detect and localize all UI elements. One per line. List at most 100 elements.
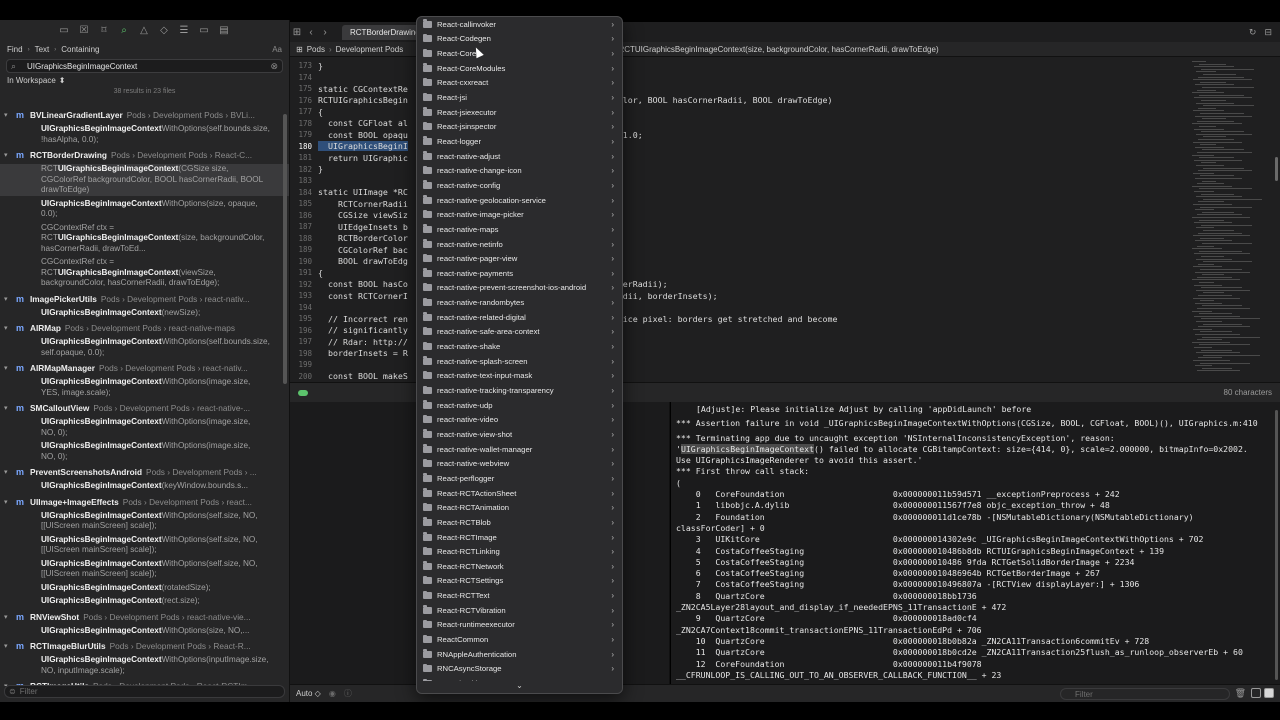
editor-scrollbar[interactable] [1275, 157, 1278, 181]
menu-item[interactable]: react-native-netinfo › [417, 237, 622, 252]
console-filter-input[interactable]: Filter [1060, 688, 1230, 700]
menu-item[interactable]: React-runtimeexecutor › [417, 618, 622, 633]
menu-item[interactable]: react-native-webview › [417, 457, 622, 472]
result-match[interactable]: UIGraphicsBeginImageContextWithOptions(s… [0, 199, 289, 220]
result-match[interactable]: UIGraphicsBeginImageContext(rect.size); [0, 596, 289, 607]
result-file[interactable]: ▾ m AIRMapManager Pods › Development Pods ›… [0, 361, 289, 375]
result-file[interactable]: ▾ m AIRMap Pods › Development Pods › react-… [0, 321, 289, 335]
menu-item[interactable]: react-native-payments › [417, 266, 622, 281]
disclosure-triangle-icon[interactable]: ▾ [4, 468, 12, 476]
line-number[interactable]: 181 [290, 153, 318, 162]
code-text[interactable]: const CGFloat al [318, 118, 408, 128]
line-number[interactable]: 191 [290, 268, 318, 277]
menu-item[interactable]: react-native-change-icon › [417, 164, 622, 179]
menu-item[interactable]: React-RCTAnimation › [417, 500, 622, 515]
result-file[interactable]: ▾ m RNViewShot Pods › Development Pods › re… [0, 610, 289, 624]
refresh-icon[interactable]: ↻ [1249, 27, 1257, 38]
result-file[interactable]: ▾ m BVLinearGradientLayer Pods › Developmen… [0, 108, 289, 122]
result-match[interactable]: UIGraphicsBeginImageContextWithOptions(s… [0, 626, 289, 637]
menu-item[interactable]: React-RCTImage › [417, 530, 622, 545]
code-text[interactable]: } [318, 164, 323, 174]
menu-item[interactable]: React-cxxreact › [417, 76, 622, 91]
menu-item[interactable]: React-RCTBlob › [417, 515, 622, 530]
result-match[interactable]: CGContextRef ctx = RCTUIGraphicsBeginIma… [0, 223, 289, 255]
disclosure-triangle-icon[interactable]: ▾ [4, 364, 12, 372]
test-icon[interactable]: ◇ [158, 25, 170, 37]
result-match[interactable]: UIGraphicsBeginImageContextWithOptions(s… [0, 559, 289, 580]
clear-search-icon[interactable]: ⊗ [270, 61, 278, 72]
breakpoints-toggle-icon[interactable] [298, 389, 308, 396]
line-number[interactable]: 190 [290, 257, 318, 266]
menu-item[interactable]: react-native-maps › [417, 222, 622, 237]
breadcrumb-item-pods[interactable]: Pods [307, 45, 325, 54]
result-file[interactable]: ▾ m UIImage+ImageEffects Pods › Development… [0, 495, 289, 509]
debug-icon[interactable]: ☰ [178, 25, 190, 37]
result-match[interactable]: UIGraphicsBeginImageContext(newSize); [0, 308, 289, 319]
menu-item[interactable]: react-native-prevent-screenshot-ios-andr… [417, 281, 622, 296]
code-text[interactable]: { [318, 268, 323, 278]
line-number[interactable]: 182 [290, 165, 318, 174]
code-text[interactable]: { [318, 107, 323, 117]
find-match-mode[interactable]: Containing [61, 45, 99, 54]
menu-item[interactable]: React-logger › [417, 134, 622, 149]
code-text[interactable]: BOOL drawToEdg [318, 256, 408, 266]
menu-item[interactable]: ReactCommon › [417, 632, 622, 647]
menu-item[interactable]: RNAppleAuthentication › [417, 647, 622, 662]
result-file[interactable]: ▾ m SMCalloutView Pods › Development Pods ›… [0, 401, 289, 415]
menu-item[interactable]: react-native-video › [417, 413, 622, 428]
menu-item[interactable]: react-native-image-picker › [417, 207, 622, 222]
disclosure-triangle-icon[interactable]: ▾ [4, 324, 12, 332]
menu-item[interactable]: react-native-text-input-mask › [417, 369, 622, 384]
result-file[interactable]: ▾ m RCTImageBlurUtils Pods › Development Po… [0, 639, 289, 653]
minimap[interactable] [1190, 57, 1266, 382]
code-text[interactable]: // Rdar: http:// [318, 337, 408, 347]
code-text[interactable]: CGColorRef bac [318, 245, 408, 255]
navigator-scrollbar[interactable] [283, 114, 287, 384]
menu-item[interactable]: React-callinvoker › [417, 17, 622, 32]
menu-item[interactable]: react-native-tracking-transparency › [417, 383, 622, 398]
code-text[interactable]: const BOOL makeS [318, 371, 408, 381]
menu-item[interactable]: react-native-adjust › [417, 149, 622, 164]
line-number[interactable]: 192 [290, 280, 318, 289]
menu-item[interactable]: React-RCTSettings › [417, 574, 622, 589]
console-scrollbar[interactable] [1275, 410, 1278, 680]
trash-icon[interactable]: 🗑 [1235, 688, 1246, 699]
result-match[interactable]: CGContextRef ctx = RCTUIGraphicsBeginIma… [0, 257, 289, 289]
disclosure-triangle-icon[interactable]: ▾ [4, 498, 12, 506]
line-number[interactable]: 193 [290, 291, 318, 300]
result-match[interactable]: UIGraphicsBeginImageContext(keyWindow.bo… [0, 481, 289, 492]
code-text[interactable]: RCTBorderColor [318, 233, 408, 243]
grid-icon[interactable]: ⊞ [290, 27, 304, 38]
breadcrumb-grid-icon[interactable]: ⊞ [296, 45, 303, 54]
line-number[interactable]: 180 [290, 142, 318, 151]
search-scope-selector[interactable]: In Workspace ⬍ [0, 73, 289, 88]
find-type[interactable]: Text [35, 45, 50, 54]
menu-item[interactable]: React-jsinspector › [417, 120, 622, 135]
menu-item[interactable]: react-native-wallet-manager › [417, 442, 622, 457]
menu-item[interactable]: React-jsiexecutor › [417, 105, 622, 120]
breadcrumb-item-development-pods[interactable]: Development Pods [336, 45, 404, 54]
line-number[interactable]: 178 [290, 119, 318, 128]
code-text[interactable]: CGSize viewSiz [318, 210, 408, 220]
line-number[interactable]: 183 [290, 176, 318, 185]
code-text[interactable]: static UIImage *RC [318, 187, 408, 197]
disclosure-triangle-icon[interactable]: ▾ [4, 404, 12, 412]
folder-icon[interactable]: ▭ [58, 25, 70, 37]
code-text[interactable]: UIGraphicsBeginI [318, 141, 408, 152]
menu-item[interactable]: react-native-related-digital › [417, 310, 622, 325]
line-number[interactable]: 196 [290, 326, 318, 335]
line-number[interactable]: 185 [290, 199, 318, 208]
disclosure-triangle-icon[interactable]: ▾ [4, 111, 12, 119]
menu-item[interactable]: react-native-geolocation-service › [417, 193, 622, 208]
source-control-icon[interactable]: ☒ [78, 25, 90, 37]
result-match[interactable]: UIGraphicsBeginImageContextWithOptions(i… [0, 377, 289, 398]
disclosure-triangle-icon[interactable]: ▾ [4, 295, 12, 303]
case-sensitive-toggle[interactable]: Aa [272, 45, 282, 54]
code-text[interactable]: RCTCornerRadii [318, 199, 408, 209]
bookmark-icon[interactable]: ⌑ [98, 25, 110, 37]
disclosure-triangle-icon[interactable]: ▾ [4, 151, 12, 159]
menu-item[interactable]: React-perflogger › [417, 471, 622, 486]
menu-item[interactable]: react-native-config › [417, 178, 622, 193]
search-input[interactable] [23, 61, 271, 71]
menu-item[interactable]: React-RCTVibration › [417, 603, 622, 618]
